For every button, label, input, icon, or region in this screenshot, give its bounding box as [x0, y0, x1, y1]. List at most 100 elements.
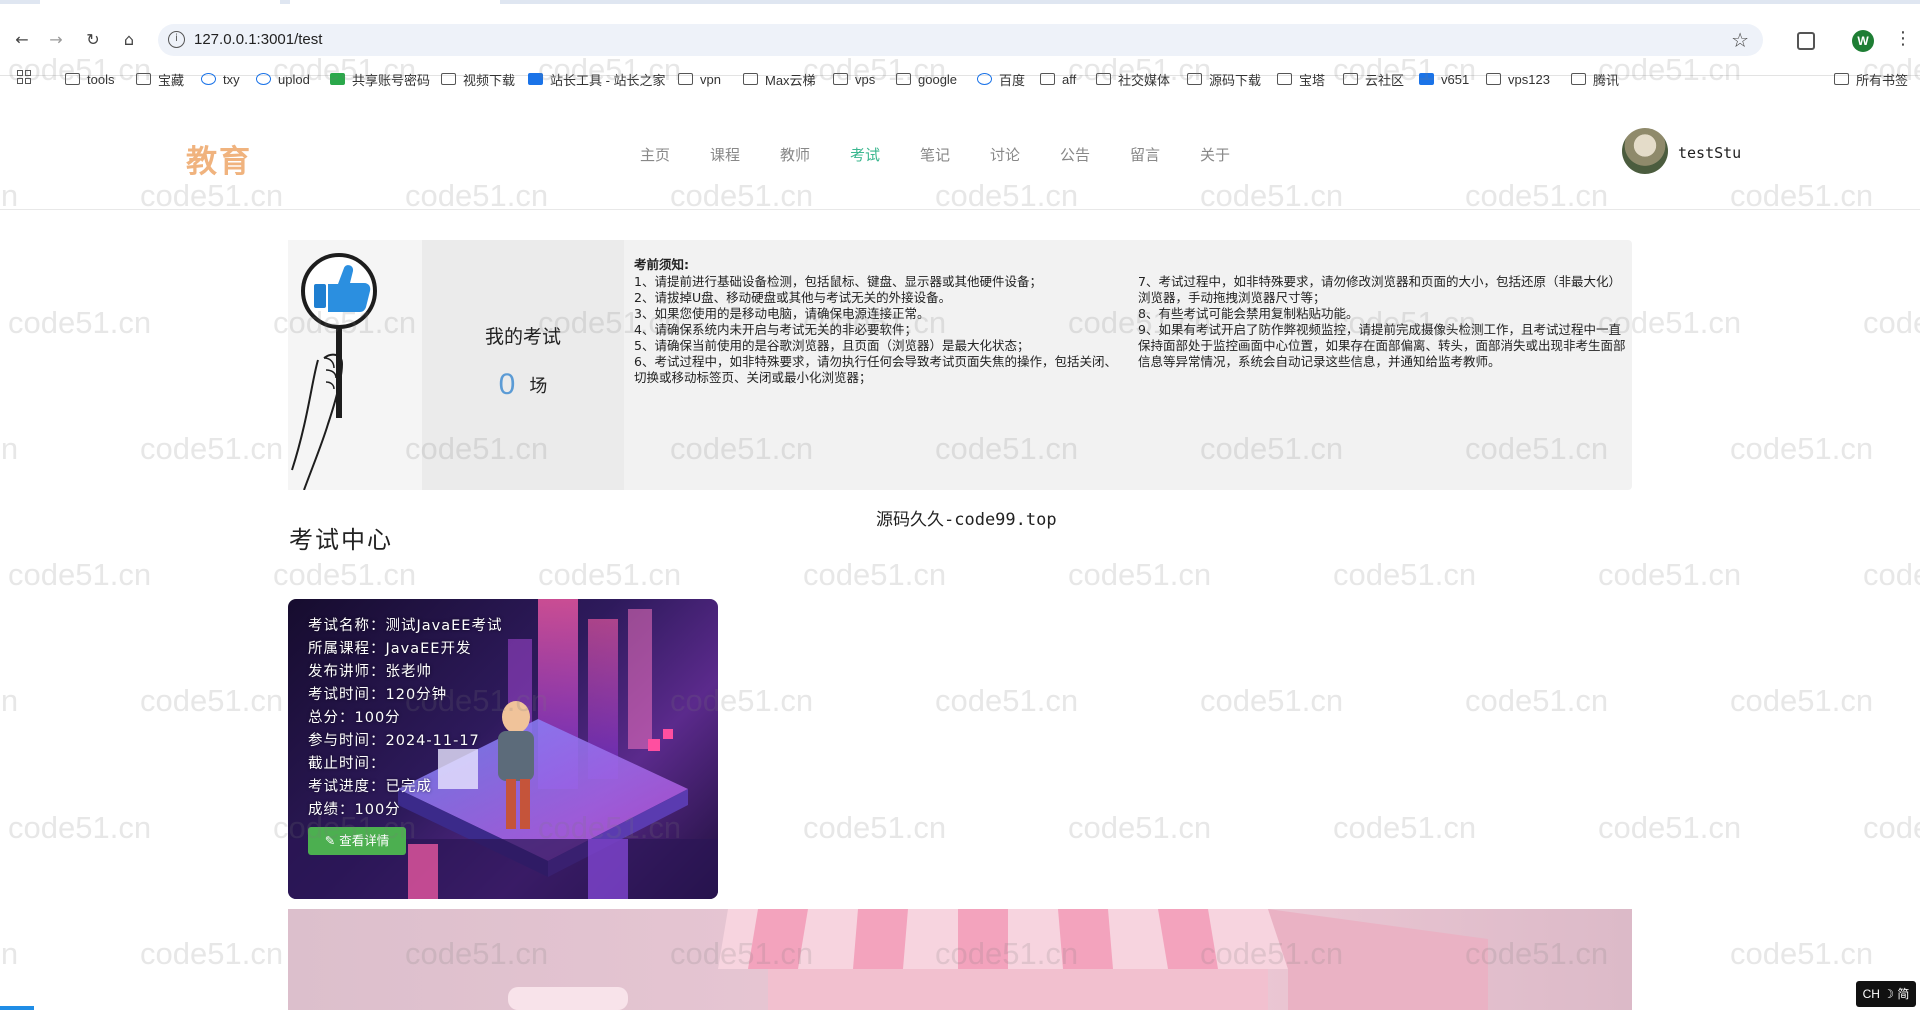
- site-header: 教育 主页 课程 教师 考试 笔记 讨论 公告 留言 关于 testStu: [0, 100, 1920, 210]
- ime-indicator[interactable]: CH ☽ 简: [1856, 981, 1916, 1007]
- thumbs-up-illustration: [288, 240, 422, 491]
- watermark-text: code51.cn: [538, 557, 682, 592]
- exam-course: 所属课程：JavaEE开发: [308, 641, 472, 657]
- browser-toolbar: ← → ↻ ⌂ i 127.0.0.1:3001/test ☆ W ⋮: [0, 4, 1920, 76]
- bookmark-item[interactable]: 百度: [977, 68, 1025, 90]
- reload-icon[interactable]: ↻: [83, 30, 103, 50]
- address-bar[interactable]: i 127.0.0.1:3001/test ☆: [158, 24, 1763, 56]
- folder-icon: [441, 73, 456, 85]
- promo-banner: [288, 909, 1632, 1010]
- nav-item-announcements[interactable]: 公告: [1040, 144, 1110, 165]
- bookmark-item[interactable]: Max云梯: [743, 68, 816, 90]
- watermark-text: code51.cn: [1068, 557, 1212, 592]
- bookmark-item[interactable]: vps: [833, 68, 875, 90]
- my-exam-summary: 我的考试 0场: [422, 240, 624, 490]
- notice-list-right: 7、考试过程中，如非特殊要求，请勿修改浏览器和页面的大小，包括还原（非最大化）浏…: [1138, 274, 1632, 370]
- nav-item-discussion[interactable]: 讨论: [970, 144, 1040, 165]
- bookmark-item[interactable]: 共享账号密码: [330, 68, 430, 90]
- my-exam-title: 我的考试: [484, 326, 561, 348]
- username[interactable]: testStu: [1678, 144, 1741, 162]
- browser-menu-icon[interactable]: ⋮: [1894, 28, 1912, 49]
- watermark-text: code51.cn: [1200, 683, 1344, 718]
- folder-icon: [1277, 73, 1292, 85]
- bookmark-item[interactable]: v651: [1419, 68, 1469, 90]
- bookmark-item[interactable]: 云社区: [1343, 68, 1404, 90]
- exam-card-info: 考试名称：测试JavaEE考试 所属课程：JavaEE开发 发布讲师：张老帅 考…: [308, 615, 502, 822]
- folder-icon: [1834, 73, 1849, 85]
- watermark-text: code51.cn: [1863, 810, 1920, 845]
- watermark-text: code51.cn: [1863, 557, 1920, 592]
- exam-teacher: 发布讲师：张老帅: [308, 664, 432, 680]
- nav-item-home[interactable]: 主页: [620, 144, 690, 165]
- bookmark-item[interactable]: 腾讯: [1571, 68, 1619, 90]
- bookmark-item[interactable]: vpn: [678, 68, 721, 90]
- extensions-icon[interactable]: [1797, 32, 1815, 50]
- watermark-text: code51.cn: [1333, 557, 1477, 592]
- site-logo[interactable]: 教育: [186, 136, 252, 181]
- url-text[interactable]: 127.0.0.1:3001/test: [194, 31, 322, 48]
- view-details-button[interactable]: ✎ 查看详情: [308, 827, 406, 855]
- bookmark-star-icon[interactable]: ☆: [1731, 28, 1749, 52]
- watermark-text: code51.cn: [1465, 683, 1609, 718]
- apps-grid-icon[interactable]: [17, 70, 33, 86]
- nav-item-messages[interactable]: 留言: [1110, 144, 1180, 165]
- watermark-text: code51.cn: [8, 305, 152, 340]
- site-favicon-icon: [528, 73, 543, 85]
- paw-icon: [977, 73, 992, 85]
- folder-icon: [743, 73, 758, 85]
- watermark-text: code51.cn: [1598, 810, 1742, 845]
- notice-item: 6、考试过程中，如非特殊要求，请勿执行任何会导致考试页面失焦的操作，包括关闭、切…: [634, 354, 1117, 385]
- profile-avatar[interactable]: W: [1852, 30, 1874, 52]
- watermark-text: code51.cn: [8, 557, 152, 592]
- nav-item-notes[interactable]: 笔记: [900, 144, 970, 165]
- bookmark-item[interactable]: 社交媒体: [1096, 68, 1170, 90]
- bookmark-item[interactable]: 宝塔: [1277, 68, 1325, 90]
- exam-notice-panel: 我的考试 0场 考前须知: 1、请提前进行基础设备检测，包括鼠标、键盘、显示器或…: [288, 240, 1632, 491]
- forward-icon[interactable]: →: [46, 30, 66, 50]
- watermark-text: code51.cn: [1863, 305, 1920, 340]
- folder-icon: [678, 73, 693, 85]
- notice-item: 5、请确保当前使用的是谷歌浏览器，且页面（浏览器）是最大化状态；: [634, 338, 1030, 353]
- notice-item: 7、考试过程中，如非特殊要求，请勿修改浏览器和页面的大小，包括还原（非最大化）浏…: [1138, 274, 1621, 305]
- folder-icon: [896, 73, 911, 85]
- bookmark-item[interactable]: vps123: [1486, 68, 1550, 90]
- bookmark-item[interactable]: 视频下载: [441, 68, 515, 90]
- bookmark-item[interactable]: uplod: [256, 68, 310, 90]
- exam-duration: 考试时间：120分钟: [308, 687, 448, 703]
- watermark-text: code51.cn: [1068, 810, 1212, 845]
- notice-item: 4、请确保系统内未开启与考试无关的非必要软件；: [634, 322, 917, 337]
- bookmark-item[interactable]: 宝藏: [136, 68, 184, 90]
- bookmark-item[interactable]: 站长工具 - 站长之家: [528, 68, 666, 90]
- exam-card[interactable]: 考试名称：测试JavaEE考试 所属课程：JavaEE开发 发布讲师：张老帅 考…: [288, 599, 718, 899]
- notice-heading: 考前须知:: [634, 257, 689, 272]
- watermark-text: code51.cn: [803, 810, 947, 845]
- watermark-text: code51.cn: [1333, 810, 1477, 845]
- notice-item: 3、如果您使用的是移动电脑，请确保电源连接正常。: [634, 306, 930, 321]
- bookmark-item[interactable]: 源码下载: [1187, 68, 1261, 90]
- site-info-icon[interactable]: i: [168, 31, 185, 48]
- watermark-text: code51.cn: [935, 683, 1079, 718]
- bookmark-item[interactable]: google: [896, 68, 957, 90]
- all-bookmarks[interactable]: 所有书签: [1834, 68, 1908, 90]
- bookmark-item[interactable]: aff: [1040, 68, 1076, 90]
- nav-item-exams[interactable]: 考试: [830, 144, 900, 165]
- nav-item-about[interactable]: 关于: [1180, 144, 1250, 165]
- watermark-text: code51.cn: [0, 683, 19, 718]
- main-nav: 主页 课程 教师 考试 笔记 讨论 公告 留言 关于: [620, 144, 1250, 165]
- bookmark-item[interactable]: txy: [201, 68, 240, 90]
- watermark-text: code51.cn: [0, 936, 19, 971]
- source-note: 源码久久-code99.top: [876, 510, 1057, 530]
- nav-item-courses[interactable]: 课程: [690, 144, 760, 165]
- taskbar-edge: [0, 1006, 34, 1010]
- nav-item-teachers[interactable]: 教师: [760, 144, 830, 165]
- watermark-text: code51.cn: [0, 431, 19, 466]
- exam-score: 成绩：100分: [308, 802, 401, 818]
- folder-icon: [833, 73, 848, 85]
- exam-deadline: 截止时间：: [308, 756, 386, 772]
- notice-item: 9、如果有考试开启了防作弊视频监控，请提前完成摄像头检测工作，且考试过程中一直保…: [1138, 322, 1626, 369]
- back-icon[interactable]: ←: [12, 30, 32, 50]
- shop-awning-illustration: [508, 909, 1488, 1010]
- bookmark-item[interactable]: tools: [65, 68, 114, 90]
- home-icon[interactable]: ⌂: [119, 30, 139, 50]
- user-avatar[interactable]: [1622, 128, 1668, 174]
